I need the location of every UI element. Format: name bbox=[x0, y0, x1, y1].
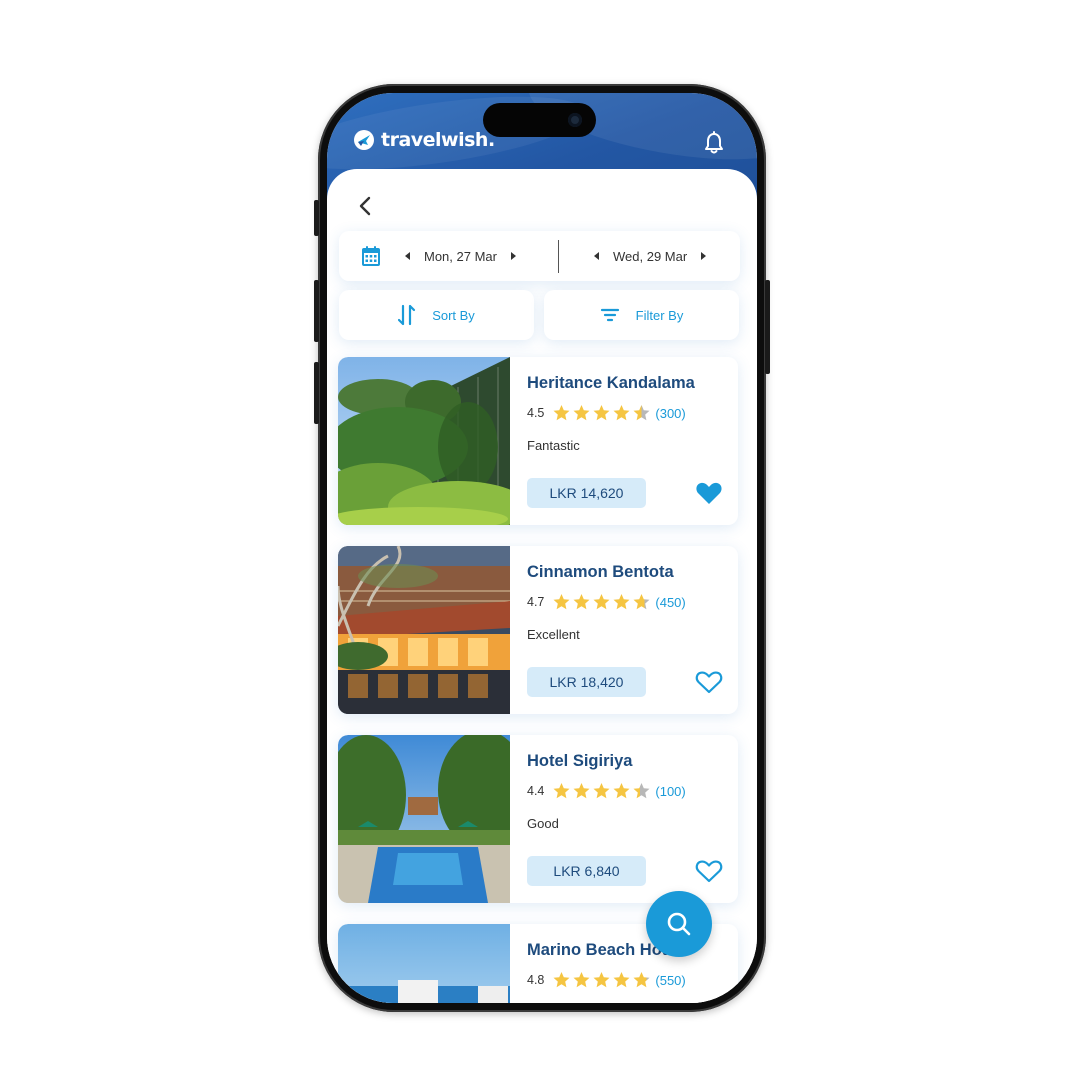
star-half-icon bbox=[633, 405, 650, 421]
rating-score: 4.7 bbox=[527, 595, 545, 609]
sort-label: Sort By bbox=[432, 307, 475, 323]
heart-filled-icon[interactable] bbox=[695, 480, 723, 506]
star-filled-icon bbox=[573, 405, 590, 421]
checkout-date[interactable]: Wed, 29 Mar bbox=[613, 249, 687, 264]
side-button-volume-down bbox=[314, 362, 319, 424]
rating-row: 4.8 (550) bbox=[527, 971, 686, 989]
star-filled-icon bbox=[593, 594, 610, 610]
prev-checkout-arrow[interactable] bbox=[594, 252, 599, 260]
star-filled-icon bbox=[613, 783, 630, 799]
star-filled-icon bbox=[593, 972, 610, 988]
search-icon bbox=[667, 912, 691, 936]
side-button-mute bbox=[314, 200, 319, 236]
hotel-card[interactable]: Hotel Sigiriya 4.4 (100) Good LKR 6,840 bbox=[338, 735, 738, 903]
next-checkin-arrow[interactable] bbox=[510, 252, 516, 260]
filter-icon bbox=[600, 308, 619, 322]
price-badge: LKR 14,620 bbox=[527, 478, 646, 508]
rating-verdict: Excellent bbox=[527, 627, 580, 642]
rating-score: 4.5 bbox=[527, 406, 545, 420]
rating-score: 4.8 bbox=[527, 973, 545, 987]
calendar-icon[interactable] bbox=[361, 245, 381, 267]
bell-icon[interactable] bbox=[703, 131, 725, 155]
star-filled-icon bbox=[573, 972, 590, 988]
hotel-name[interactable]: Hotel Sigiriya bbox=[527, 752, 632, 771]
brand-name: travelwish. bbox=[381, 129, 495, 151]
star-filled-icon bbox=[553, 594, 570, 610]
rating-row: 4.7 (450) bbox=[527, 593, 686, 611]
hotel-photo bbox=[338, 357, 510, 525]
hotel-photo bbox=[338, 546, 510, 714]
star-filled-icon bbox=[553, 972, 570, 988]
star-filled-icon bbox=[553, 405, 570, 421]
brand-logo: travelwish. bbox=[353, 129, 495, 151]
phone-screen: travelwish. Mon, 27 Mar Wed, 29 Mar Sort… bbox=[327, 93, 757, 1003]
chevron-left-icon[interactable] bbox=[355, 195, 377, 217]
review-count[interactable]: (300) bbox=[655, 406, 685, 421]
price-badge: LKR 6,840 bbox=[527, 856, 646, 886]
star-filled-icon bbox=[613, 972, 630, 988]
hotel-name[interactable]: Cinnamon Bentota bbox=[527, 563, 674, 582]
star-half-icon bbox=[633, 972, 650, 988]
star-filled-icon bbox=[553, 783, 570, 799]
hotel-photo bbox=[338, 924, 510, 1003]
search-fab[interactable] bbox=[646, 891, 712, 957]
hotel-photo bbox=[338, 735, 510, 903]
filter-button[interactable]: Filter By bbox=[544, 290, 739, 340]
next-checkout-arrow[interactable] bbox=[701, 252, 707, 260]
star-half-icon bbox=[633, 783, 650, 799]
star-filled-icon bbox=[573, 783, 590, 799]
rating-verdict: Fantastic bbox=[527, 438, 580, 453]
plane-logo-icon bbox=[354, 130, 374, 150]
prev-checkin-arrow[interactable] bbox=[405, 252, 410, 260]
side-button-power bbox=[765, 280, 770, 374]
star-rating bbox=[552, 782, 651, 800]
date-range-bar: Mon, 27 Mar Wed, 29 Mar bbox=[339, 231, 740, 281]
review-count[interactable]: (100) bbox=[655, 784, 685, 799]
star-filled-icon bbox=[573, 594, 590, 610]
star-filled-icon bbox=[613, 405, 630, 421]
heart-outline-icon[interactable] bbox=[695, 669, 723, 695]
hotel-card[interactable]: Cinnamon Bentota 4.7 (450) Excellent LKR… bbox=[338, 546, 738, 714]
star-rating bbox=[552, 593, 651, 611]
side-button-volume-up bbox=[314, 280, 319, 342]
rating-row: 4.5 (300) bbox=[527, 404, 686, 422]
sort-icon bbox=[398, 304, 416, 326]
checkin-date[interactable]: Mon, 27 Mar bbox=[424, 249, 497, 264]
rating-row: 4.4 (100) bbox=[527, 782, 686, 800]
review-count[interactable]: (450) bbox=[655, 595, 685, 610]
dynamic-island bbox=[483, 103, 596, 137]
star-rating bbox=[552, 404, 651, 422]
hotel-name[interactable]: Heritance Kandalama bbox=[527, 374, 695, 393]
star-filled-icon bbox=[613, 594, 630, 610]
review-count[interactable]: (550) bbox=[655, 973, 685, 988]
price-badge: LKR 18,420 bbox=[527, 667, 646, 697]
sort-button[interactable]: Sort By bbox=[339, 290, 534, 340]
heart-outline-icon[interactable] bbox=[695, 858, 723, 884]
star-filled-icon bbox=[593, 405, 610, 421]
star-rating bbox=[552, 971, 651, 989]
star-filled-icon bbox=[593, 783, 610, 799]
main-content: Mon, 27 Mar Wed, 29 Mar Sort By Filter B… bbox=[327, 169, 757, 1003]
hotel-card[interactable]: Heritance Kandalama 4.5 (300) Fantastic … bbox=[338, 357, 738, 525]
filter-label: Filter By bbox=[635, 307, 684, 323]
date-divider bbox=[558, 240, 559, 273]
rating-verdict: Good bbox=[527, 816, 559, 831]
star-half-icon bbox=[633, 594, 650, 610]
rating-score: 4.4 bbox=[527, 784, 545, 798]
